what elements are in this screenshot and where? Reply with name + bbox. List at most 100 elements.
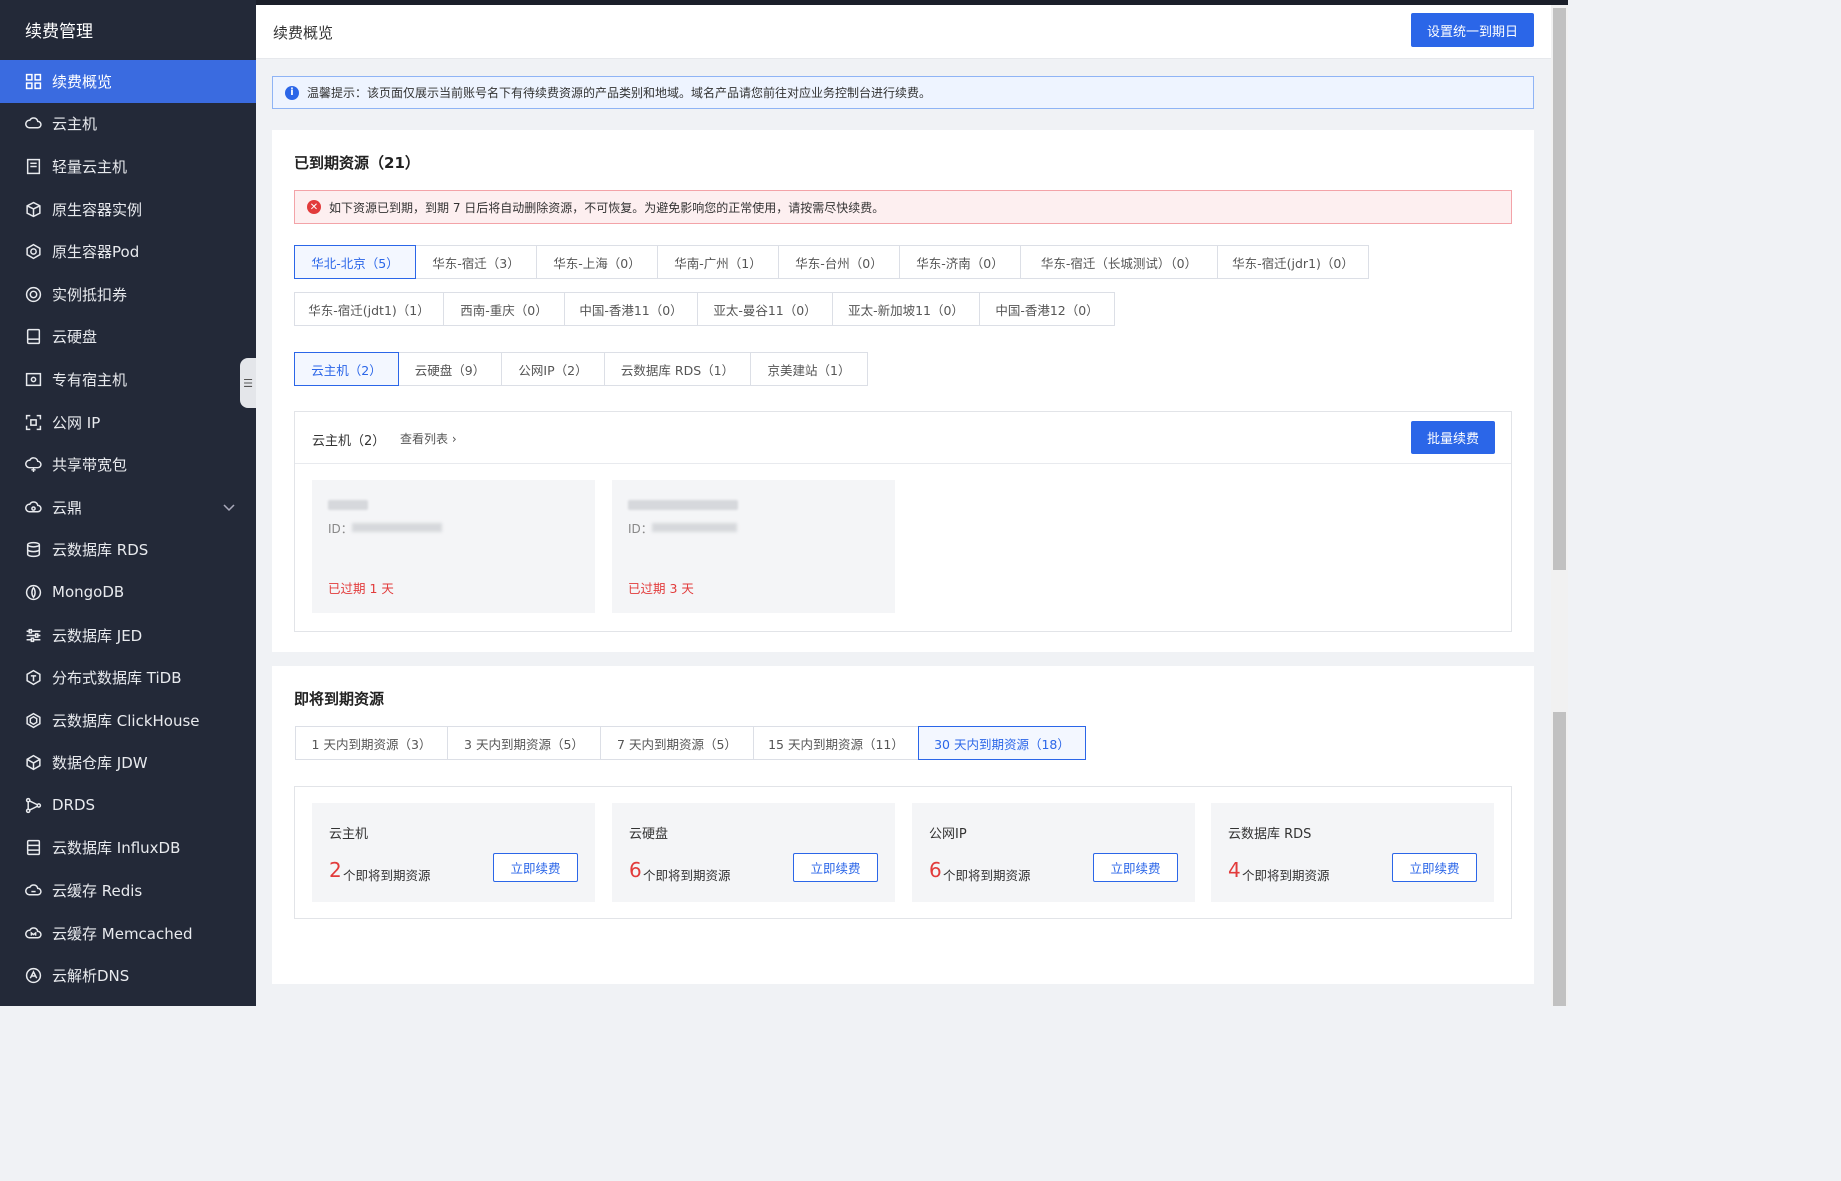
sidebar-item-overview[interactable]: 续费概览 xyxy=(0,60,256,103)
region-tab[interactable]: 亚太-新加坡11（0） xyxy=(832,292,980,326)
pod-icon xyxy=(24,243,42,261)
region-tab[interactable]: 中国-香港11（0） xyxy=(564,292,698,326)
region-tab[interactable]: 华东-济南（0） xyxy=(899,245,1021,279)
sidebar-item-drds[interactable]: DRDS xyxy=(0,784,256,827)
sidebar-item-public-ip[interactable]: 公网 IP xyxy=(0,401,256,444)
sidebar-item-bandwidth[interactable]: 共享带宽包 xyxy=(0,443,256,486)
sidebar-item-lightweight-server[interactable]: 轻量云主机 xyxy=(0,145,256,188)
info-banner-text: 温馨提示：该页面仅展示当前账号名下有待续费资源的产品类别和地域。域名产品请您前往… xyxy=(307,86,932,100)
tidb-icon xyxy=(24,669,42,687)
resource-list-header: 云主机（2） 查看列表 › 批量续费 xyxy=(295,412,1511,464)
upcoming-card-title: 云硬盘 xyxy=(629,827,669,842)
sidebar-item-rds[interactable]: 云数据库 RDS xyxy=(0,529,256,572)
upcoming-card-title: 云主机 xyxy=(329,827,369,842)
sidebar-item-influxdb[interactable]: 云数据库 InfluxDB xyxy=(0,827,256,870)
upcoming-card-title: 云数据库 RDS xyxy=(1228,827,1312,842)
sidebar-item-jdw[interactable]: 数据仓库 JDW xyxy=(0,742,256,785)
sidebar-item-jed[interactable]: 云数据库 JED xyxy=(0,614,256,657)
scrollbar-thumb[interactable] xyxy=(1553,8,1566,570)
period-tab[interactable]: 30 天内到期资源（18） xyxy=(918,726,1086,760)
dedicated-host-icon xyxy=(24,370,42,388)
list-collapse-icon: ☰ xyxy=(243,376,253,390)
mongodb-icon xyxy=(24,583,42,601)
region-tab[interactable]: 华东-台州（0） xyxy=(778,245,900,279)
error-icon: ✕ xyxy=(307,200,321,214)
sidebar-item-clickhouse[interactable]: 云数据库 ClickHouse xyxy=(0,699,256,742)
upcoming-count-label: 个即将到期资源 xyxy=(1242,868,1330,883)
lightweight-server-icon xyxy=(24,157,42,175)
sidebar-item-mongodb[interactable]: MongoDB xyxy=(0,571,256,614)
period-tab[interactable]: 15 天内到期资源（11） xyxy=(753,726,919,760)
sidebar-item-label: DRDS xyxy=(52,796,96,815)
upcoming-card: 云硬盘 6 个即将到期资源 立即续费 xyxy=(612,803,895,902)
cloud-ding-icon xyxy=(24,498,42,516)
expired-resources-panel: 已到期资源（21） ✕ 如下资源已到期，到期 7 日后将自动删除资源，不可恢复。… xyxy=(272,130,1534,652)
sidebar-item-redis[interactable]: 云缓存 Redis xyxy=(0,869,256,912)
set-unified-expiry-button[interactable]: 设置统一到期日 xyxy=(1411,13,1534,47)
resource-card[interactable]: ID： 已过期 1 天 xyxy=(312,480,595,613)
renew-now-button[interactable]: 立即续费 xyxy=(1392,853,1477,882)
product-tab[interactable]: 云硬盘（9） xyxy=(398,352,502,386)
resource-name-redacted xyxy=(628,500,738,510)
sidebar-item-label: 实例抵扣券 xyxy=(52,285,128,304)
resource-id-redacted xyxy=(652,523,737,532)
product-tab[interactable]: 公网IP（2） xyxy=(501,352,605,386)
region-tab[interactable]: 中国-香港12（0） xyxy=(979,292,1115,326)
renew-now-button[interactable]: 立即续费 xyxy=(1093,853,1178,882)
upcoming-resources-panel: 即将到期资源 1 天内到期资源（3） 3 天内到期资源（5） 7 天内到期资源（… xyxy=(272,666,1534,984)
region-tab[interactable]: 华东-上海（0） xyxy=(536,245,658,279)
resource-card[interactable]: ID： 已过期 3 天 xyxy=(612,480,895,613)
product-tab[interactable]: 云数据库 RDS（1） xyxy=(604,352,751,386)
sidebar-item-dedicated-host[interactable]: 专有宿主机 xyxy=(0,358,256,401)
sidebar-collapse-toggle[interactable]: ☰ xyxy=(240,358,256,408)
upcoming-count: 4 xyxy=(1228,858,1241,882)
scrollbar-thumb-lower[interactable] xyxy=(1553,712,1566,1006)
expired-resource-list: 云主机（2） 查看列表 › 批量续费 ID： 已过期 1 天 ID： 已过期 3… xyxy=(294,411,1512,632)
sidebar-item-label: 云硬盘 xyxy=(52,328,98,347)
page-header: 续费概览 设置统一到期日 xyxy=(256,5,1551,59)
region-tab[interactable]: 华东-宿迁(jdt1)（1） xyxy=(294,292,444,326)
drds-icon xyxy=(24,796,42,814)
region-tab[interactable]: 华东-宿迁（3） xyxy=(415,245,537,279)
period-tab[interactable]: 1 天内到期资源（3） xyxy=(295,726,448,760)
renew-now-button[interactable]: 立即续费 xyxy=(793,853,878,882)
sidebar-item-memcached[interactable]: 云缓存 Memcached xyxy=(0,912,256,955)
influxdb-icon xyxy=(24,839,42,857)
sidebar-item-cloud-server[interactable]: 云主机 xyxy=(0,103,256,146)
public-ip-icon xyxy=(24,413,42,431)
sidebar-item-pod[interactable]: 原生容器Pod xyxy=(0,230,256,273)
sidebar-item-disk[interactable]: 云硬盘 xyxy=(0,316,256,359)
renew-now-button[interactable]: 立即续费 xyxy=(493,853,578,882)
region-tab[interactable]: 华南-广州（1） xyxy=(657,245,779,279)
period-tabs: 1 天内到期资源（3） 3 天内到期资源（5） 7 天内到期资源（5） 15 天… xyxy=(295,726,1086,760)
period-tab[interactable]: 3 天内到期资源（5） xyxy=(447,726,601,760)
upcoming-count-label: 个即将到期资源 xyxy=(343,868,431,883)
region-tab[interactable]: 西南-重庆（0） xyxy=(443,292,565,326)
sidebar-item-cloud-ding[interactable]: 云鼎 xyxy=(0,486,256,529)
period-tab[interactable]: 7 天内到期资源（5） xyxy=(600,726,754,760)
upcoming-count-label: 个即将到期资源 xyxy=(943,868,1031,883)
chevron-down-icon[interactable] xyxy=(222,500,236,514)
sidebar-item-container[interactable]: 原生容器实例 xyxy=(0,188,256,231)
dns-icon xyxy=(24,967,42,985)
batch-renew-button[interactable]: 批量续费 xyxy=(1411,421,1495,454)
sidebar: 续费管理 续费概览 云主机 轻量云主机 原生容器实例 原生容器Pod 实例抵扣券… xyxy=(0,0,256,1006)
resource-id-label: ID： xyxy=(328,522,353,536)
sidebar-item-label: 云数据库 InfluxDB xyxy=(52,839,181,858)
sidebar-item-dns[interactable]: 云解析DNS xyxy=(0,954,256,997)
product-tab[interactable]: 云主机（2） xyxy=(294,352,399,386)
product-tab[interactable]: 京美建站（1） xyxy=(750,352,868,386)
dashboard-icon xyxy=(24,72,42,90)
database-icon xyxy=(24,541,42,559)
sidebar-item-label: 云缓存 Redis xyxy=(52,882,143,901)
chevron-right-icon: › xyxy=(451,432,457,446)
sidebar-item-label: 云鼎 xyxy=(52,498,83,517)
region-tab[interactable]: 亚太-曼谷11（0） xyxy=(697,292,833,326)
view-list-link[interactable]: 查看列表 › xyxy=(400,430,457,447)
region-tab[interactable]: 华东-宿迁(jdr1)（0） xyxy=(1217,245,1369,279)
region-tab[interactable]: 华东-宿迁（长城测试）（0） xyxy=(1020,245,1218,279)
region-tab[interactable]: 华北-北京（5） xyxy=(294,245,416,279)
sidebar-item-tidb[interactable]: 分布式数据库 TiDB xyxy=(0,656,256,699)
container-icon xyxy=(24,200,42,218)
sidebar-item-coupon[interactable]: 实例抵扣券 xyxy=(0,273,256,316)
